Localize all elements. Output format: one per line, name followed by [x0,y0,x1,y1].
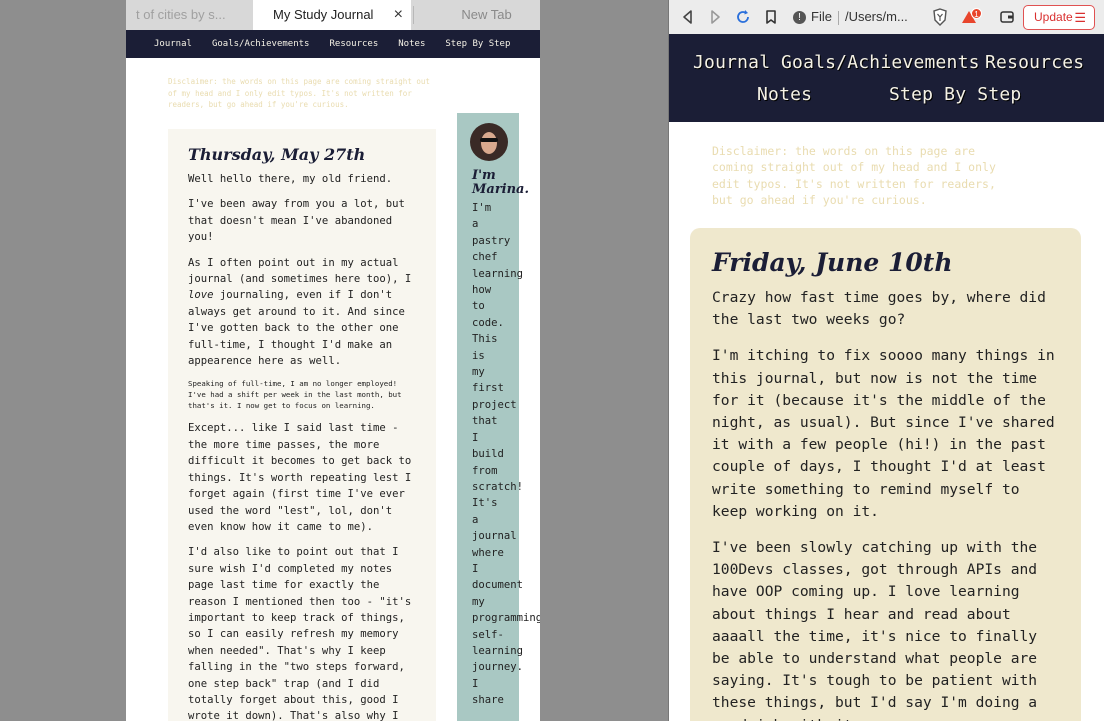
sidebar-bio-line: journal [472,530,517,543]
browser-toolbar: ! File/Users/m... 1 Update ☰ [669,0,1104,34]
nav-resources[interactable]: Resources [329,39,378,49]
sidebar-bio-line: document [472,579,524,592]
tab-cities[interactable]: t of cities by s... [126,0,252,30]
entry-paragraph: As I often point out in my actual journa… [188,255,416,370]
entry-small-note: Speaking of full-time, I am no longer em… [188,379,402,411]
site-nav: Journal Goals/Achievements Resources Not… [669,34,1104,122]
address-bar[interactable]: ! File/Users/m... [793,6,923,28]
sidebar-bio-line: I [472,431,479,444]
entry-paragraph: I'm itching to fix soooo many things in … [712,347,1055,520]
entry-paragraph: Well hello there, my old friend. [188,173,393,185]
notification-badge: 1 [971,8,982,19]
desktop: t of cities by s... My Study Journal × N… [0,0,1104,721]
journal-entry-card: Thursday, May 27th Well hello there, my … [168,129,436,721]
entry-text: As I often point out in my actual journa… [188,256,412,286]
page-content: Disclaimer: the words on this page are c… [126,58,540,721]
sidebar-bio-line: project [472,398,517,411]
url-scheme: File [811,9,832,24]
site-nav: Journal Goals/Achievements Resources Not… [126,30,540,58]
sidebar-title: I'm Marina. [472,168,530,197]
sidebar-bio-line: It's [472,497,498,510]
sidebar-bio-line: how [472,284,492,297]
sidebar-bio-line: chef [472,251,498,264]
nav-goals-achievements[interactable]: Goals/Achievements [212,39,310,49]
tab-my-study-journal[interactable]: My Study Journal × [253,0,411,30]
sidebar-bio-line: I'm [472,202,492,214]
sidebar-bio-line: my [472,595,485,608]
url-separator [837,10,839,25]
sidebar-bio-line: pastry [472,234,511,247]
nav-resources[interactable]: Resources [985,52,1084,73]
nav-journal[interactable]: Journal [154,39,192,49]
reload-icon[interactable] [735,0,751,34]
sidebar-bio-line: learning [472,644,524,657]
avatar-face [481,132,497,154]
left-browser-window: t of cities by s... My Study Journal × N… [126,0,540,721]
sidebar-bio-line: I [472,562,479,575]
entry-paragraph: Crazy how fast time goes by, where did t… [712,289,1046,329]
entry-paragraph: I've been away from you a lot, but that … [188,198,405,244]
entry-date: Thursday, May 27th [188,145,366,164]
about-sidebar: I'm Marina. I'm a pastry chef learning how to c… [457,113,540,721]
tab-new-label: New Tab [461,7,512,22]
back-icon[interactable] [681,0,695,34]
sidebar-bio-line: programming [472,612,540,625]
nav-notes[interactable]: Notes [398,39,425,49]
entry-date: Friday, June 10th [712,248,953,277]
sidebar-bio-line: from [472,464,498,477]
url-path: /Users/m... [844,9,908,24]
info-icon: ! [793,11,806,25]
wallet-icon[interactable] [999,0,1015,34]
sidebar-bio-line: learning [472,267,524,280]
sidebar-bio-line: This [472,333,498,346]
sidebar-bio-line: to [472,300,485,313]
sidebar-bio-line: a [472,513,479,526]
sidebar-bio-line: that [472,415,498,428]
sidebar-bio-line: first [472,382,504,395]
page-content: Disclaimer: the words on this page are c… [669,122,1104,721]
sidebar-bio-line: journey. [472,661,524,674]
forward-icon[interactable] [708,0,722,34]
sidebar-bio: I'm a pastry chef learning how to code. This is my… [472,200,540,709]
entry-emphasis: love [188,289,214,302]
entry-paragraph: I'd also like to point out that I sure w… [188,546,412,721]
entry-text: journaling, even if I don't always get a… [188,289,405,368]
avatar [470,123,508,161]
sidebar-bio-line: code. [472,316,504,329]
journal-entry-card: Friday, June 10th Crazy how fast time go… [690,228,1081,721]
update-label: Update [1034,10,1073,24]
avatar-glasses [480,138,498,142]
sidebar-bio-line: share [472,694,504,707]
tab-new-tab[interactable]: New Tab [413,0,540,30]
nav-step-by-step[interactable]: Step By Step [889,84,1021,105]
nav-notes[interactable]: Notes [757,84,812,105]
sidebar-bio-line: my [472,366,485,379]
sidebar-bio-line: a [472,218,479,231]
brave-shield-icon[interactable] [931,0,949,34]
nav-goals-achievements[interactable]: Goals/Achievements [781,52,980,73]
sidebar-bio-line: I [472,677,479,690]
tab-cities-label: t of cities by s... [136,7,226,22]
disclaimer: Disclaimer: the words on this page are c… [712,144,996,208]
update-button[interactable]: Update ☰ [1023,5,1095,30]
rewards-icon[interactable]: 1 [961,0,983,34]
right-browser-window: ! File/Users/m... 1 Update ☰ Journal Goal… [668,0,1104,721]
sidebar-bio-line: self- [472,628,504,641]
sidebar-bio-line: scratch! [472,480,524,493]
menu-icon: ☰ [1074,10,1086,25]
close-tab-icon[interactable]: × [394,0,403,30]
sidebar-bio-line: is [472,349,485,362]
entry-paragraph: Except... like I said last time - the mo… [188,422,412,533]
nav-journal[interactable]: Journal [693,52,770,73]
tab-bar: t of cities by s... My Study Journal × N… [126,0,540,30]
sidebar-bio-line: build [472,448,504,461]
disclaimer: Disclaimer: the words on this page are c… [168,77,430,109]
bookmark-icon[interactable] [765,0,777,34]
sidebar-bio-line: where [472,546,504,559]
nav-step-by-step[interactable]: Step By Step [445,39,510,49]
tab-journal-label: My Study Journal [273,7,374,22]
entry-paragraph: I've been slowly catching up with the 10… [712,539,1038,721]
